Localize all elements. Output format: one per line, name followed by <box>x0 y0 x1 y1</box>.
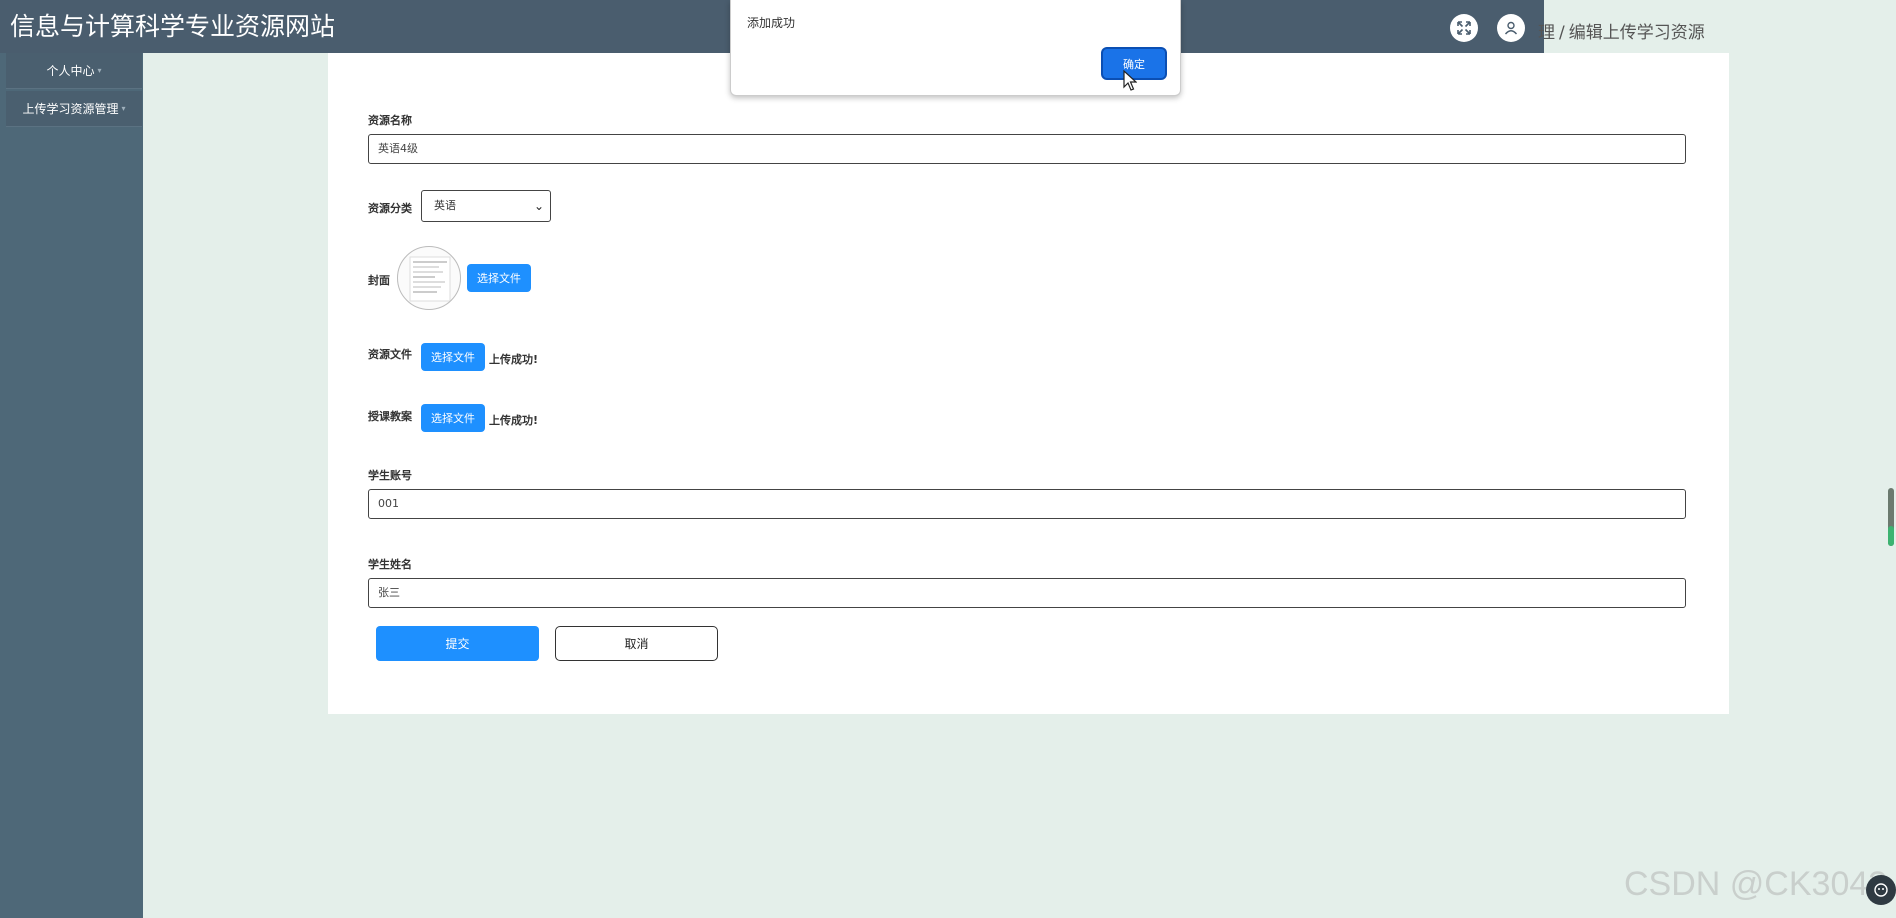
sidebar-item-label: 上传学习资源管理 <box>22 102 119 116</box>
scrollbar-thumb[interactable] <box>1888 488 1894 546</box>
sidebar-item-upload-resources[interactable]: 上传学习资源管理 ▾ <box>6 91 142 127</box>
watermark: CSDN @CK3043 <box>1624 865 1888 903</box>
user-icon[interactable] <box>1497 14 1525 42</box>
resource-name-input[interactable]: 英语4级 <box>368 134 1686 164</box>
alert-message: 添加成功 <box>747 16 796 30</box>
cover-thumbnail <box>397 246 461 310</box>
assistant-icon[interactable] <box>1866 875 1896 905</box>
site-title: 信息与计算科学专业资源网站 <box>10 12 336 41</box>
chevron-down-icon: ⌄ <box>533 199 544 213</box>
student-account-label: 学生账号 <box>368 469 412 482</box>
resource-file-label: 资源文件 <box>368 348 412 361</box>
expand-arrows-icon[interactable] <box>1450 14 1478 42</box>
sidebar-item-personal-center[interactable]: 个人中心 ▾ <box>6 53 142 89</box>
student-account-input[interactable]: 001 <box>368 489 1686 519</box>
caret-down-icon: ▾ <box>97 66 102 75</box>
cover-label: 封面 <box>368 274 390 287</box>
category-label: 资源分类 <box>368 202 412 215</box>
breadcrumb-current: 编辑上传学习资源 <box>1568 23 1705 43</box>
student-name-label: 学生姓名 <box>368 558 412 571</box>
cover-choose-file-button[interactable]: 选择文件 <box>467 264 531 292</box>
lesson-plan-choose-button[interactable]: 选择文件 <box>421 404 485 432</box>
sidebar-item-label: 个人中心 <box>46 64 95 78</box>
lesson-plan-label: 授课教案 <box>368 410 412 423</box>
caret-down-icon: ▾ <box>121 104 126 113</box>
submit-button[interactable]: 提交 <box>376 626 539 661</box>
alert-dialog: 添加成功 确定 <box>730 0 1181 96</box>
sidebar: 个人中心 ▾ 上传学习资源管理 ▾ <box>0 53 143 918</box>
breadcrumb: 理 / 编辑上传学习资源 <box>1538 18 1705 43</box>
resource-file-choose-button[interactable]: 选择文件 <box>421 343 485 371</box>
resource-name-label: 资源名称 <box>368 114 412 127</box>
lesson-plan-status: 上传成功! <box>489 414 539 427</box>
mouse-pointer-icon <box>1123 70 1137 91</box>
resource-file-status: 上传成功! <box>489 353 539 366</box>
breadcrumb-prev[interactable]: 理 <box>1538 23 1555 43</box>
student-name-input[interactable]: 张三 <box>368 578 1686 608</box>
category-selected-value: 英语 <box>434 199 456 212</box>
category-select[interactable]: 英语 ⌄ <box>421 190 551 222</box>
cancel-button[interactable]: 取消 <box>555 626 718 661</box>
breadcrumb-separator: / <box>1559 23 1565 43</box>
